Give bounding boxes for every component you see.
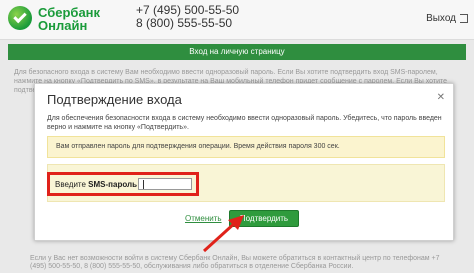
red-arrow-icon [202, 215, 244, 253]
